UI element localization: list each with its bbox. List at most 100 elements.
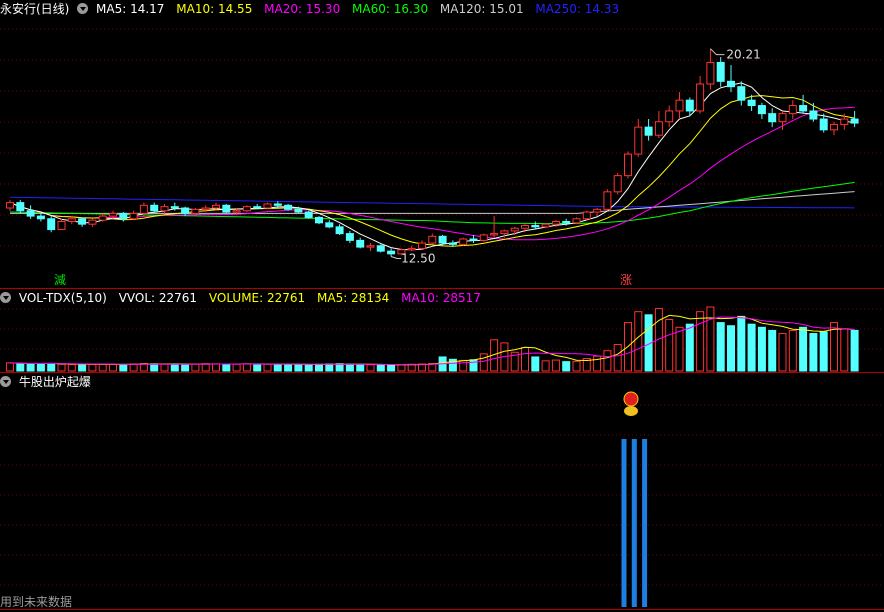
candle-body [160, 206, 169, 212]
candle-body [387, 250, 396, 255]
volume-bar [716, 322, 725, 372]
candle-body [26, 210, 35, 217]
volume-bar [788, 329, 797, 372]
candle-body [665, 110, 674, 123]
candle-body [376, 245, 385, 252]
volume-bar [345, 363, 354, 372]
low-price-label: 12.50 [401, 252, 435, 266]
signal-badge-icon [623, 391, 639, 407]
volume-bar [562, 361, 571, 372]
volume-bar [222, 363, 231, 372]
volume-bar [16, 363, 25, 372]
volume-bar [57, 363, 66, 372]
volume-bar [634, 311, 643, 372]
candle-body [212, 204, 220, 209]
candle-body [191, 208, 200, 214]
candle-body [562, 220, 571, 224]
candle-body [139, 204, 148, 214]
ma60-label: MA60: 16.30 [352, 2, 429, 16]
volume-bar [459, 359, 468, 372]
candle-body [644, 126, 653, 136]
candle-body [407, 247, 416, 251]
candle-body [242, 206, 251, 212]
signal-bar [642, 439, 648, 607]
candle-body [613, 175, 622, 193]
candle-body [850, 118, 859, 124]
candle-body [551, 220, 560, 225]
candle-body [294, 208, 303, 213]
candle-body [479, 234, 488, 241]
signal-legend: 牛股出炉起爆 [0, 373, 99, 391]
volume-bar [181, 363, 190, 372]
volume-bar [737, 315, 746, 372]
volume-bar [109, 363, 117, 372]
candle-body [809, 110, 818, 120]
candle-body [366, 245, 375, 248]
candle-body [737, 86, 746, 101]
volume-bar [572, 360, 581, 372]
vol-ma10-label: MA10: 28517 [401, 291, 481, 305]
candle-body [88, 219, 97, 225]
ma5-label: MA5: 14.17 [96, 2, 165, 16]
signal-panel: 牛股出炉起爆 [0, 373, 884, 612]
volume-bar [201, 363, 210, 372]
volume-bar [840, 328, 849, 372]
candle-body [634, 126, 643, 155]
volume-bar [88, 363, 97, 372]
candle-body [593, 208, 602, 213]
candle-body [345, 233, 354, 241]
chevron-down-icon[interactable] [77, 3, 89, 14]
volume-bar [263, 363, 272, 372]
candle-body [799, 105, 808, 112]
high-pointer [710, 48, 725, 56]
candle-body [541, 223, 550, 228]
volume-bar [366, 364, 375, 372]
candle-body [788, 105, 797, 115]
volume-bar [47, 362, 56, 372]
candle-body [253, 206, 262, 209]
volume-bar [778, 333, 787, 372]
candle-body [448, 242, 457, 245]
candle-body [315, 216, 323, 224]
candle-body [109, 212, 117, 217]
candle-body [325, 222, 334, 228]
volume-bar [469, 359, 478, 372]
candle-body [273, 203, 282, 206]
candle-body [706, 61, 715, 85]
volume-bar [67, 364, 76, 372]
volume-bar [26, 363, 35, 372]
price-legend: 永安行(日线) MA5: 14.17 MA10: 14.55 MA20: 15.… [0, 0, 627, 18]
candle-body [757, 105, 766, 115]
volume-bar [78, 364, 87, 372]
candle-body [67, 218, 76, 222]
candle-body [263, 203, 272, 209]
candle-body [170, 206, 179, 209]
signal-base-icon [624, 406, 638, 416]
volume-bar [479, 353, 488, 372]
candle-body [335, 226, 344, 235]
volume-bar [706, 306, 715, 372]
candle-body [119, 212, 128, 220]
candle-body [418, 242, 426, 249]
volume-label: VOLUME: 22761 [208, 291, 306, 305]
candle-body [428, 235, 437, 244]
signal-title: 牛股出炉起爆 [18, 375, 91, 389]
ma10-label: MA10: 14.55 [176, 2, 253, 16]
candle-body [356, 239, 365, 248]
vvol-label: VVOL: 22761 [118, 291, 198, 305]
volume-bar [242, 363, 251, 372]
volume-bar [232, 363, 241, 372]
candle-body [654, 121, 663, 136]
volume-bar [6, 362, 14, 372]
volume-bar [284, 363, 293, 372]
chevron-down-icon[interactable] [0, 376, 11, 387]
candle-body [778, 113, 787, 123]
candle-body [521, 225, 529, 229]
signal-chart [0, 391, 884, 607]
volume-bar [325, 363, 334, 372]
candle-body [36, 215, 45, 220]
signal-bar [631, 439, 637, 607]
ma20-label: MA20: 15.30 [264, 2, 341, 16]
chevron-down-icon[interactable] [0, 292, 11, 303]
vol-title: VOL-TDX(5,10) [18, 291, 107, 305]
